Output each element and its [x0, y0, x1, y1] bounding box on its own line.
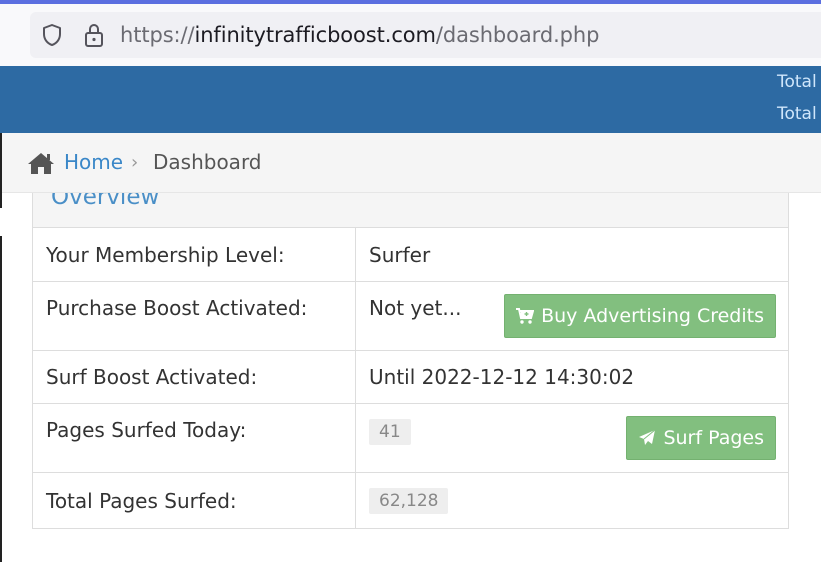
table-row: Total Pages Surfed: 62,128 — [32, 472, 789, 529]
left-edge-gap — [0, 208, 4, 236]
url-path: /dashboard.php — [435, 23, 600, 47]
browser-toolbar: https://infinitytrafficboost.com/dashboa… — [0, 4, 821, 66]
surf-pages-label: Surf Pages — [663, 427, 764, 449]
breadcrumb-separator: › — [131, 152, 139, 173]
left-edge — [0, 133, 2, 562]
shield-icon[interactable] — [40, 23, 64, 47]
breadcrumb: Home › Dashboard — [2, 133, 821, 193]
table-row: Purchase Boost Activated: Not yet... Buy… — [32, 281, 789, 351]
paper-plane-icon — [639, 429, 656, 445]
url-text[interactable]: https://infinitytrafficboost.com/dashboa… — [120, 22, 599, 48]
site-header: Total Total — [0, 66, 821, 133]
total-pages-badge: 62,128 — [369, 488, 449, 514]
breadcrumb-current: Dashboard — [153, 150, 262, 174]
header-total-2: Total — [777, 104, 817, 124]
table-row: Surf Boost Activated: Until 2022-12-12 1… — [32, 350, 789, 404]
row-label: Pages Surfed Today: — [32, 403, 356, 473]
row-value-cell: 41 Surf Pages — [355, 403, 789, 473]
home-icon[interactable] — [27, 151, 55, 175]
table-row: Pages Surfed Today: 41 Surf Pages — [32, 403, 789, 473]
header-total-1: Total — [777, 72, 817, 92]
row-label: Total Pages Surfed: — [32, 472, 356, 529]
row-value-cell: Not yet... Buy Advertising Credits — [355, 281, 789, 351]
table-row: Your Membership Level: Surfer — [32, 227, 789, 282]
address-bar[interactable]: https://infinitytrafficboost.com/dashboa… — [30, 12, 821, 58]
row-value-cell: 62,128 — [355, 472, 789, 529]
lock-icon[interactable] — [82, 22, 106, 48]
cart-icon — [516, 308, 535, 324]
panel-title: Overview — [51, 193, 160, 210]
row-value: Not yet... — [369, 296, 462, 320]
row-label: Your Membership Level: — [32, 227, 356, 282]
row-value: Surfer — [355, 227, 789, 282]
row-value: Until 2022-12-12 14:30:02 — [355, 350, 789, 404]
surf-pages-button[interactable]: Surf Pages — [626, 416, 776, 460]
buy-advertising-credits-button[interactable]: Buy Advertising Credits — [504, 294, 776, 338]
buy-advertising-credits-label: Buy Advertising Credits — [541, 305, 764, 327]
overview-table: Your Membership Level: Surfer Purchase B… — [32, 227, 789, 529]
pages-today-badge: 41 — [369, 419, 411, 445]
breadcrumb-home-link[interactable]: Home — [64, 150, 123, 174]
url-prefix: https:// — [120, 23, 195, 47]
row-label: Surf Boost Activated: — [32, 350, 356, 404]
url-host: infinitytrafficboost.com — [194, 23, 436, 47]
row-label: Purchase Boost Activated: — [32, 281, 356, 351]
panel-heading: Overview — [32, 193, 789, 228]
